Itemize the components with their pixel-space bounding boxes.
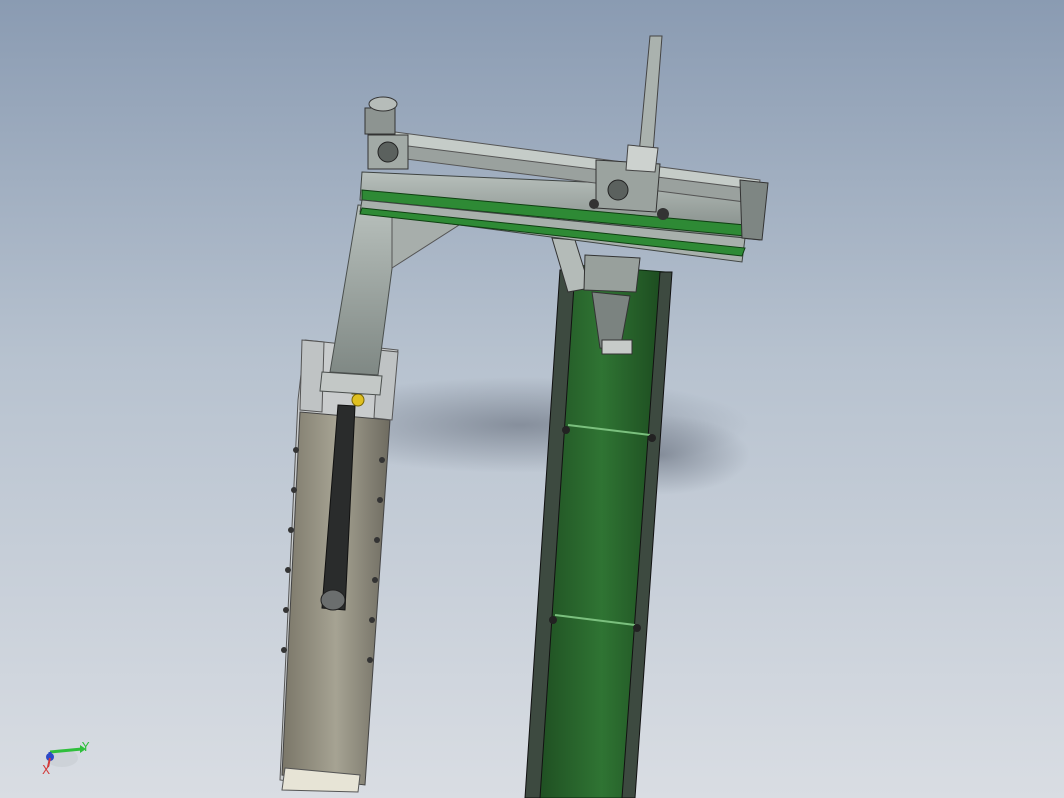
left-belt-conveyor[interactable]: [279, 339, 399, 793]
graphics-viewport[interactable]: Y X: [0, 0, 1064, 798]
triad-x-label: X: [42, 763, 50, 777]
cad-model-scene[interactable]: Y X: [0, 0, 1064, 798]
coordinate-triad: Y X: [42, 740, 90, 777]
z-axis-carriage[interactable]: [589, 35, 669, 220]
right-green-conveyor[interactable]: [524, 264, 673, 798]
sensor: [351, 393, 365, 407]
triad-y-label: Y: [81, 740, 90, 754]
